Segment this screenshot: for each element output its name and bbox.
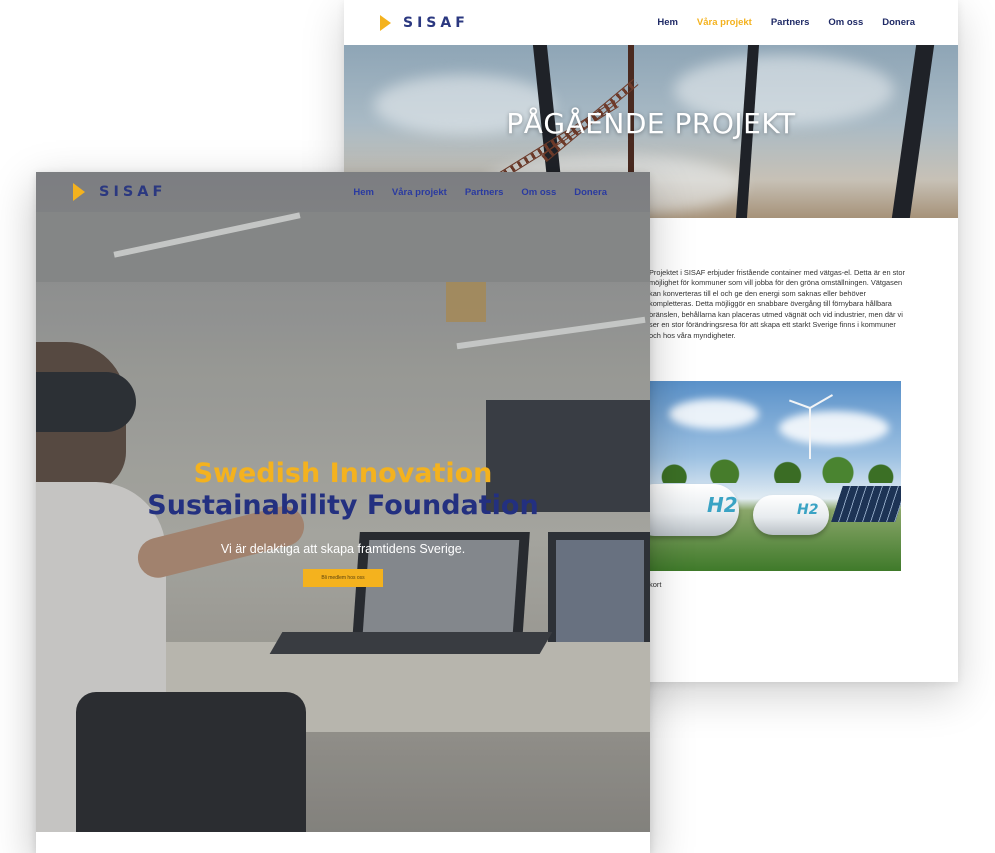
turbine-blade-shape — [809, 394, 834, 409]
hero-title: PÅGÅENDE PROJEKT — [506, 107, 796, 140]
logo-text: SISAF — [99, 184, 167, 200]
hydrogen-tanks-image: H2 H2 — [649, 381, 901, 571]
nav-link-hem[interactable]: Hem — [353, 187, 374, 198]
nav-link-donera[interactable]: Donera — [574, 187, 607, 198]
trees-shape — [649, 453, 901, 483]
turbine-blade-shape — [788, 399, 811, 409]
caption-text: kort — [649, 580, 662, 589]
logo-arrow-icon — [380, 14, 391, 31]
nav-link-om-oss[interactable]: Om oss — [521, 187, 556, 198]
home-navbar: SISAF Hem Våra projekt Partners Om oss D… — [36, 172, 650, 212]
nav-links: Hem Våra projekt Partners Om oss Donera — [638, 17, 915, 28]
hero-title-line-1: Swedish Innovation — [193, 458, 493, 489]
solar-panel-shape — [831, 486, 901, 522]
nav-link-partners[interactable]: Partners — [771, 17, 810, 28]
home-page-preview: SISAF Hem Våra projekt Partners Om oss D… — [36, 172, 650, 853]
nav-link-vara-projekt[interactable]: Våra projekt — [392, 187, 447, 198]
nav-link-donera[interactable]: Donera — [882, 17, 915, 28]
nav-link-vara-projekt[interactable]: Våra projekt — [697, 17, 752, 28]
tank-label: H2 — [707, 493, 738, 517]
cloud-shape — [669, 399, 759, 429]
logo[interactable]: SISAF — [73, 183, 166, 201]
hero-subtitle: Vi är delaktiga att skapa framtidens Sve… — [220, 542, 466, 556]
nav-links: Hem Våra projekt Partners Om oss Donera — [335, 187, 607, 198]
logo-arrow-icon — [73, 183, 85, 201]
nav-link-hem[interactable]: Hem — [657, 17, 678, 28]
cloud-shape — [779, 411, 889, 445]
project-description: Projektet i SISAF erbjuder fristående co… — [649, 268, 905, 340]
logo[interactable]: SISAF — [380, 14, 469, 31]
nav-link-partners[interactable]: Partners — [465, 187, 504, 198]
wind-turbine-icon — [809, 407, 811, 459]
tank-label: H2 — [797, 502, 819, 518]
projects-navbar: SISAF Hem Våra projekt Partners Om oss D… — [344, 0, 958, 45]
nav-link-om-oss[interactable]: Om oss — [828, 17, 863, 28]
hero-title-line-2: Sustainability Foundation — [147, 490, 539, 521]
logo-text: SISAF — [403, 14, 469, 31]
become-member-button[interactable]: Bli medlem hos oss — [303, 569, 383, 587]
